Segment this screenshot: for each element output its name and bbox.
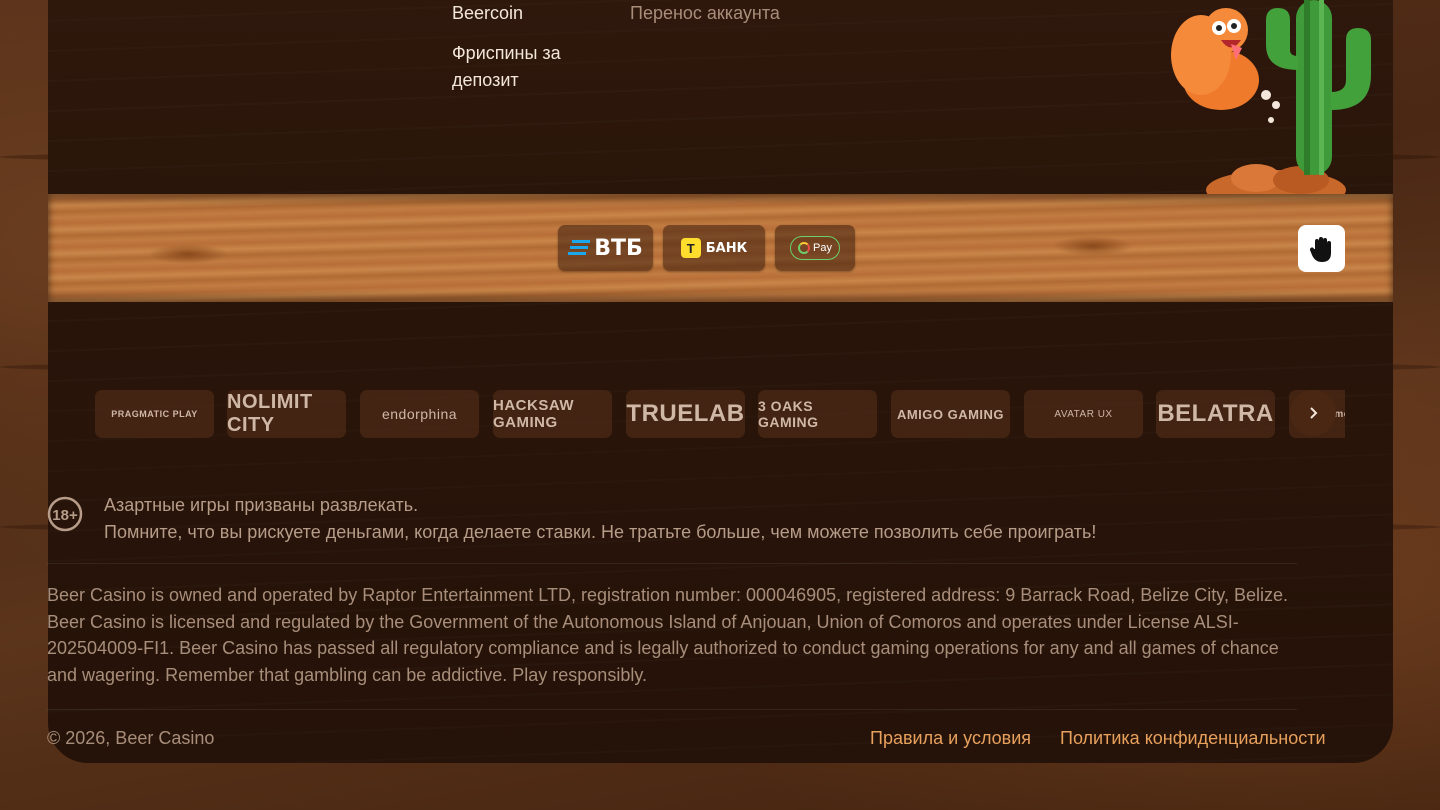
payment-plank: ВТБ Т БАНК Pay bbox=[48, 194, 1393, 302]
provider-logo[interactable]: NOLIMIT CITY bbox=[227, 390, 346, 438]
carousel-next-button[interactable] bbox=[1290, 390, 1336, 436]
payment-tbank[interactable]: Т БАНК bbox=[663, 225, 765, 271]
responsible-line-1: Азартные игры призваны развлекать. bbox=[104, 495, 419, 515]
link-freespins-deposit[interactable]: Фриспины за депозит bbox=[452, 40, 612, 94]
copyright: © 2026, Beer Casino bbox=[47, 728, 215, 748]
tbank-label: БАНК bbox=[705, 240, 748, 256]
tbank-logo-icon: Т bbox=[680, 238, 701, 258]
provider-logo[interactable]: AMIGO GAMING bbox=[891, 390, 1010, 438]
provider-logo[interactable]: endorphina bbox=[360, 390, 479, 438]
link-beercoin[interactable]: Beercoin bbox=[452, 0, 612, 27]
provider-logo[interactable]: PRAGMATIC PLAY bbox=[95, 390, 214, 438]
provider-logo[interactable]: BELATRA bbox=[1156, 390, 1275, 438]
sbp-label: Pay bbox=[813, 242, 832, 254]
chevron-right-icon bbox=[1310, 407, 1318, 419]
divider bbox=[47, 563, 1297, 564]
providers-carousel: PRAGMATIC PLAY NOLIMIT CITY endorphina H… bbox=[47, 390, 1345, 438]
terms-link[interactable]: Правила и условия bbox=[870, 728, 1031, 749]
age-18-plus-icon: 18+ bbox=[47, 496, 83, 532]
provider-logo[interactable]: AVATAR UX bbox=[1024, 390, 1143, 438]
sbp-icon bbox=[798, 242, 811, 254]
payment-vtb[interactable]: ВТБ bbox=[558, 225, 653, 271]
provider-logo[interactable]: TRUELAB bbox=[626, 390, 745, 438]
hand-icon bbox=[1309, 236, 1331, 262]
provider-logo[interactable]: HACKSAW GAMING bbox=[493, 390, 612, 438]
payment-sbp-pay[interactable]: Pay bbox=[775, 225, 855, 271]
privacy-policy-link[interactable]: Политика конфиденциальности bbox=[1060, 728, 1326, 749]
responsible-gaming-text: Азартные игры призваны развлекать. Помни… bbox=[104, 492, 1096, 546]
divider bbox=[47, 709, 1297, 710]
sbp-pill: Pay bbox=[790, 236, 840, 260]
age-badge-text: 18+ bbox=[52, 507, 78, 524]
responsible-line-2: Помните, что вы рискуете деньгами, когда… bbox=[104, 522, 1097, 542]
link-account-transfer[interactable]: Перенос аккаунта bbox=[630, 0, 890, 27]
stop-hand-button[interactable] bbox=[1298, 225, 1345, 272]
vtb-stripes-icon bbox=[568, 240, 591, 255]
vtb-label: ВТБ bbox=[594, 235, 643, 261]
squirrel-cactus-mascot bbox=[1171, 0, 1371, 195]
legal-text: Beer Casino is owned and operated by Rap… bbox=[47, 585, 1288, 685]
provider-logo[interactable]: 3 OAKS GAMING bbox=[758, 390, 877, 438]
